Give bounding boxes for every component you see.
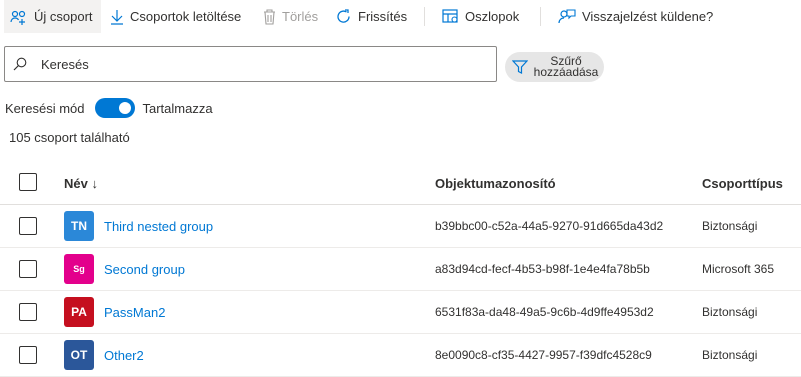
add-filter-button[interactable]: Szűrő hozzáadása <box>505 52 604 82</box>
toolbar-divider <box>540 7 541 26</box>
new-group-button[interactable]: Új csoport <box>4 0 101 33</box>
search-icon <box>13 57 27 71</box>
columns-label: Oszlopok <box>465 9 520 24</box>
group-add-icon <box>10 9 28 25</box>
group-name-link[interactable]: Third nested group <box>104 219 213 234</box>
group-type: Biztonsági <box>702 305 758 319</box>
download-groups-button[interactable]: Csoportok letöltése <box>110 0 241 33</box>
row-checkbox[interactable] <box>19 217 37 235</box>
group-name-link[interactable]: Other2 <box>104 348 144 363</box>
toggle-knob <box>119 102 132 114</box>
row-checkbox[interactable] <box>19 303 37 321</box>
feedback-button[interactable]: Visszajelzést küldene? <box>558 0 713 33</box>
table-row[interactable]: TN Third nested group b39bbc00-c52a-44a5… <box>0 205 801 248</box>
table-row[interactable]: Sg Second group a83d94cd-fecf-4b53-b98f-… <box>0 248 801 291</box>
object-id: b39bbc00-c52a-44a5-9270-91d665da43d2 <box>435 219 664 233</box>
search-mode-label: Keresési mód <box>5 100 85 116</box>
group-avatar: PA <box>64 297 94 327</box>
search-mode-value: Tartalmazza <box>142 100 213 116</box>
toolbar-divider <box>424 7 425 26</box>
column-header-group-type[interactable]: Csoporttípus <box>702 176 783 191</box>
search-mode-toggle[interactable] <box>95 98 136 118</box>
filter-icon <box>512 59 528 75</box>
row-checkbox[interactable] <box>19 260 37 278</box>
delete-label: Törlés <box>282 9 319 24</box>
column-header-name[interactable]: Név ↓ <box>64 176 98 191</box>
result-count: 105 csoport található <box>9 130 130 145</box>
command-bar: Új csoport Csoportok letöltése Törlés Fr… <box>0 0 801 34</box>
trash-icon <box>263 8 276 25</box>
table-header: Név ↓ Objektumazonosító Csoporttípus <box>0 160 801 205</box>
delete-button[interactable]: Törlés <box>263 0 318 33</box>
group-type: Microsoft 365 <box>702 262 775 276</box>
new-group-label: Új csoport <box>34 9 93 24</box>
table-row[interactable]: OT Other2 8e0090c8-cf35-4427-9957-f39dfc… <box>0 334 801 377</box>
column-header-object-id[interactable]: Objektumazonosító <box>435 176 556 191</box>
row-checkbox[interactable] <box>19 346 37 364</box>
group-name-link[interactable]: Second group <box>104 262 185 277</box>
refresh-label: Frissítés <box>358 9 408 24</box>
select-all-checkbox[interactable] <box>19 173 37 191</box>
columns-icon <box>442 9 459 24</box>
group-type: Biztonsági <box>702 348 758 362</box>
refresh-button[interactable]: Frissítés <box>335 0 407 33</box>
group-name-link[interactable]: PassMan2 <box>104 305 165 320</box>
group-type: Biztonsági <box>702 219 758 233</box>
search-box[interactable] <box>4 46 497 82</box>
group-avatar: TN <box>64 211 94 241</box>
refresh-icon <box>335 8 352 25</box>
group-avatar: OT <box>64 340 94 370</box>
feedback-icon <box>558 8 576 25</box>
download-icon <box>110 9 124 25</box>
group-avatar: Sg <box>64 254 94 284</box>
download-groups-label: Csoportok letöltése <box>130 9 242 24</box>
search-mode-row: Keresési mód Tartalmazza <box>5 98 213 118</box>
add-filter-label: Szűrő hozzáadása <box>533 54 599 79</box>
object-id: 8e0090c8-cf35-4427-9957-f39dfc4528c9 <box>435 348 652 362</box>
feedback-label: Visszajelzést küldene? <box>582 9 714 24</box>
object-id: 6531f83a-da48-49a5-9c6b-4d9ffe4953d2 <box>435 305 654 319</box>
table-row[interactable]: PA PassMan2 6531f83a-da48-49a5-9c6b-4d9f… <box>0 291 801 334</box>
object-id: a83d94cd-fecf-4b53-b98f-1e4e4fa78b5b <box>435 262 650 276</box>
groups-table: Név ↓ Objektumazonosító Csoporttípus TN … <box>0 160 801 377</box>
search-input[interactable] <box>39 55 463 73</box>
columns-button[interactable]: Oszlopok <box>442 0 519 33</box>
